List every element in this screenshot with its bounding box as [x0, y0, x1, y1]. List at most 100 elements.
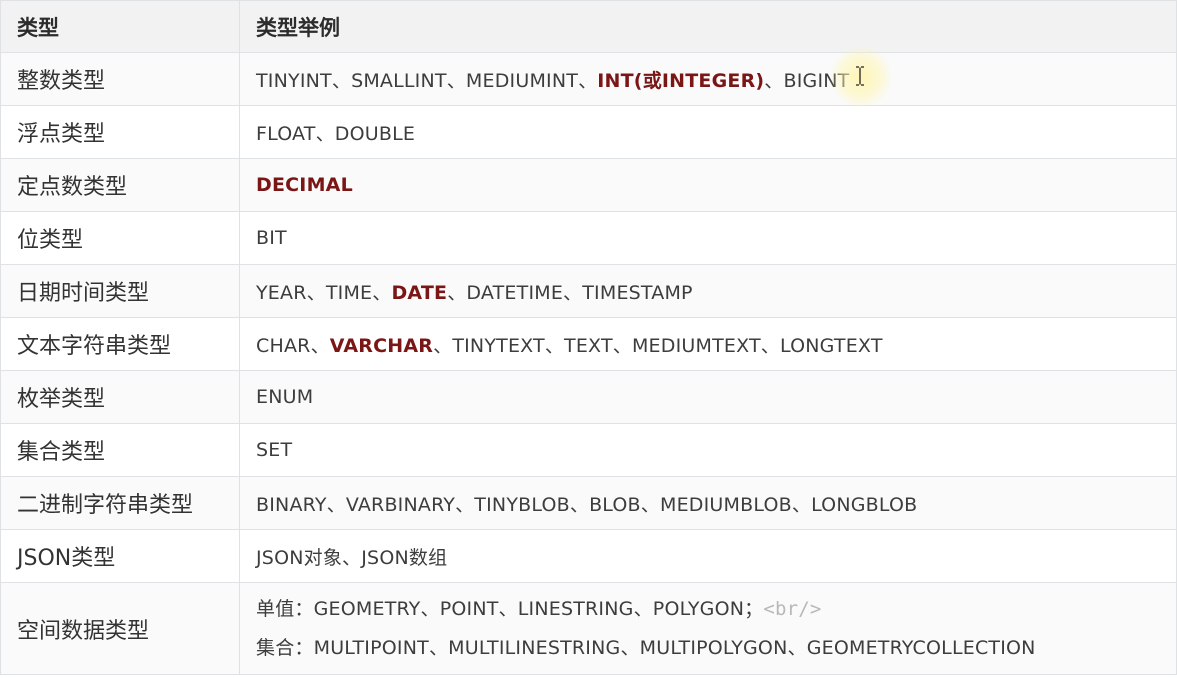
example-text: POLYGON [652, 597, 745, 620]
separator: 、 [372, 281, 392, 304]
example-text: GEOMETRYCOLLECTION [806, 636, 1036, 659]
separator: 、 [640, 493, 660, 516]
table-row: 位类型 BIT [0, 211, 1177, 265]
example-text: DATETIME [466, 281, 564, 304]
table-row: 定点数类型 DECIMAL [0, 158, 1177, 212]
type-examples: CHAR、VARCHAR、TINYTEXT、TEXT、MEDIUMTEXT、LO… [239, 317, 1177, 371]
example-text: MULTILINESTRING [448, 636, 621, 659]
separator: 、 [455, 493, 475, 516]
separator: 、 [764, 69, 784, 92]
type-category: 位类型 [0, 211, 240, 265]
separator: 、 [310, 334, 330, 357]
type-examples: ENUM [239, 370, 1177, 424]
data-types-table: 类型 类型举例 整数类型 TINYINT、SMALLINT、MEDIUMINT、I… [0, 0, 1177, 675]
example-text: TIME [325, 281, 373, 304]
example-text: TINYBLOB [474, 493, 570, 516]
highlighted-type: INT(或INTEGER) [597, 69, 765, 92]
example-text: TIMESTAMP [582, 281, 693, 304]
separator: 、 [447, 281, 467, 304]
type-category: 二进制字符串类型 [0, 476, 240, 530]
example-text: LONGBLOB [811, 493, 918, 516]
table-row: 枚举类型 ENUM [0, 370, 1177, 424]
example-text: JSON数组 [361, 546, 448, 569]
example-text: MEDIUMTEXT [631, 334, 761, 357]
example-text: SET [256, 439, 293, 461]
table-row: 集合类型 SET [0, 423, 1177, 477]
separator: 、 [787, 636, 807, 659]
table-header-row: 类型 类型举例 [0, 0, 1177, 53]
example-text: MULTIPOINT [313, 636, 429, 659]
separator: 、 [420, 597, 440, 620]
type-examples: BINARY、VARBINARY、TINYBLOB、BLOB、MEDIUMBLO… [239, 476, 1177, 530]
separator: 、 [446, 69, 466, 92]
highlighted-type: DATE [391, 281, 448, 304]
table-row: 空间数据类型 单值：GEOMETRY、POINT、LINESTRING、POLYG… [0, 582, 1177, 675]
table-row: 整数类型 TINYINT、SMALLINT、MEDIUMINT、INT(或INTE… [0, 52, 1177, 106]
header-type: 类型 [0, 0, 240, 53]
separator: 、 [428, 636, 449, 659]
separator: 、 [578, 69, 598, 92]
example-text: GEOMETRY [313, 597, 421, 620]
separator: 、 [620, 636, 640, 659]
example-text: BINARY [256, 493, 327, 516]
example-text: TEXT [564, 334, 613, 357]
type-examples: SET [239, 423, 1177, 477]
type-category: 浮点类型 [0, 105, 240, 159]
separator: 、 [569, 493, 590, 516]
example-text: FLOAT [256, 122, 316, 145]
separator: 、 [544, 334, 565, 357]
table-row: 浮点类型 FLOAT、DOUBLE [0, 105, 1177, 159]
example-text: JSON对象 [256, 546, 343, 569]
separator: 、 [315, 122, 335, 145]
type-category: 集合类型 [0, 423, 240, 477]
table-row: 文本字符串类型 CHAR、VARCHAR、TINYTEXT、TEXT、MEDIUM… [0, 317, 1177, 371]
highlighted-type: DECIMAL [256, 174, 353, 196]
table-row: 二进制字符串类型 BINARY、VARBINARY、TINYBLOB、BLOB、M… [0, 476, 1177, 530]
example-text: 集合： [256, 636, 314, 659]
example-text: TINYINT [256, 69, 332, 92]
example-text: VARBINARY [345, 493, 456, 516]
separator: ； [744, 597, 764, 620]
type-examples: DECIMAL [239, 158, 1177, 212]
example-text: LONGTEXT [780, 334, 883, 357]
example-text: POINT [439, 597, 499, 620]
header-examples: 类型举例 [239, 0, 1177, 53]
type-category: 空间数据类型 [0, 582, 240, 675]
example-text: CHAR [256, 334, 311, 357]
type-category: 整数类型 [0, 52, 240, 106]
separator: 、 [326, 493, 346, 516]
separator: 、 [433, 334, 453, 357]
separator: 、 [306, 281, 326, 304]
type-category: 定点数类型 [0, 158, 240, 212]
type-examples: TINYINT、SMALLINT、MEDIUMINT、INT(或INTEGER)… [239, 52, 1177, 106]
type-category: 文本字符串类型 [0, 317, 240, 371]
example-text: SMALLINT [351, 69, 447, 92]
type-examples: YEAR、TIME、DATE、DATETIME、TIMESTAMP [239, 264, 1177, 318]
type-category: 枚举类型 [0, 370, 240, 424]
html-tag-text: <br/> [763, 597, 822, 620]
example-text: BLOB [589, 493, 641, 516]
separator: 、 [498, 597, 518, 620]
type-examples: BIT [239, 211, 1177, 265]
example-text: MULTIPOLYGON [639, 636, 788, 659]
highlighted-type: VARCHAR [329, 334, 434, 357]
type-examples: JSON对象、JSON数组 [239, 529, 1177, 583]
example-text: YEAR [256, 281, 307, 304]
type-examples: 单值：GEOMETRY、POINT、LINESTRING、POLYGON；<br… [239, 582, 1177, 675]
type-category: JSON类型 [0, 529, 240, 583]
example-line: 单值：GEOMETRY、POINT、LINESTRING、POLYGON；<br… [256, 590, 1176, 629]
example-text: 单值： [256, 597, 314, 620]
example-text: BIT [256, 227, 287, 249]
example-text: DOUBLE [334, 122, 416, 145]
example-text: MEDIUMINT [465, 69, 579, 92]
type-category: 日期时间类型 [0, 264, 240, 318]
separator: 、 [633, 597, 653, 620]
separator: 、 [612, 334, 632, 357]
example-text: TINYTEXT [452, 334, 545, 357]
example-text: MEDIUMBLOB [660, 493, 792, 516]
separator: 、 [760, 334, 780, 357]
table-row: JSON类型 JSON对象、JSON数组 [0, 529, 1177, 583]
type-examples: FLOAT、DOUBLE [239, 105, 1177, 159]
separator: 、 [563, 281, 583, 304]
separator: 、 [791, 493, 812, 516]
